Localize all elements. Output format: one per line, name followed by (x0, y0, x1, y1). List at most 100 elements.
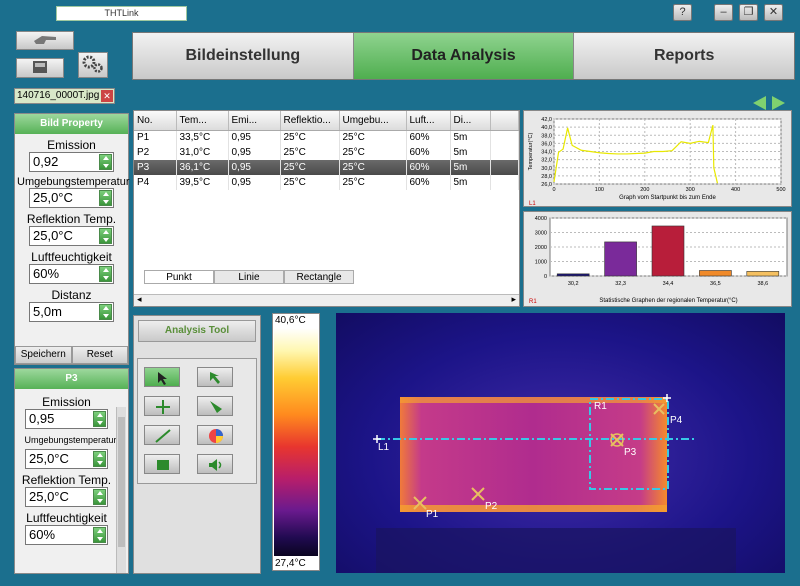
file-tab[interactable]: 140716_0000T.jpg ✕ (14, 88, 115, 104)
table-row[interactable]: P1 33,5°C 0,95 25°C 25°C 60% 5m (134, 130, 519, 145)
label-p3: P3 (624, 447, 637, 458)
table-cell: 25°C (280, 130, 340, 145)
table-cell: P2 (134, 145, 177, 160)
column-header[interactable]: Di... (450, 111, 491, 131)
x-tick-label: 0 (552, 187, 555, 193)
emission-value: 0,92 (33, 154, 59, 169)
column-header[interactable]: Luft... (406, 111, 451, 131)
label-r1: R1 (594, 401, 607, 412)
open-hand-icon[interactable] (16, 31, 74, 50)
scale-gradient (274, 328, 318, 556)
table-cell (490, 145, 519, 160)
color-scale: 40,6°C 27,4°C (272, 313, 320, 571)
tool-rectangle-icon[interactable] (144, 454, 180, 474)
tool-point-cursor-icon[interactable] (144, 367, 180, 387)
bar (746, 271, 780, 277)
p3-scroll-thumb[interactable] (118, 417, 125, 547)
x-tick-label: 100 (595, 187, 604, 193)
reset-button[interactable]: Reset (71, 346, 128, 364)
table-cell: P1 (134, 130, 177, 145)
distanz-input[interactable]: 5,0m (29, 302, 114, 322)
save-button[interactable]: Speichern (15, 346, 72, 364)
minimize-icon[interactable]: – (714, 4, 733, 21)
subtab-punkt[interactable]: Punkt (144, 270, 214, 284)
umgebung-value: 25,0°C (33, 190, 73, 205)
scroll-right-icon[interactable]: ▸ (511, 294, 516, 305)
data-table: No. Tem... Emi... Reflektio... Umgebu... Luft… (134, 111, 519, 190)
settings-gear-icon[interactable] (78, 52, 108, 78)
luft-value: 60% (33, 266, 60, 281)
emission-spinner[interactable] (99, 154, 112, 170)
p3-emission-label: Emission (42, 395, 91, 409)
bar (699, 270, 732, 277)
next-arrow-icon[interactable] (772, 96, 785, 110)
close-icon[interactable]: ✕ (764, 4, 783, 21)
luft-spinner[interactable] (99, 266, 112, 282)
p3-scrollbar[interactable] (116, 407, 126, 573)
tool-speaker-icon[interactable] (197, 454, 233, 474)
tab-bildeinstellung[interactable]: Bildeinstellung (133, 33, 354, 79)
subtab-linie[interactable]: Linie (214, 270, 284, 284)
restore-icon[interactable]: ❐ (739, 4, 758, 21)
y-tick-label: 40,0 (541, 125, 552, 131)
thermal-image[interactable]: L1 R1 P1 P2 P3 P4 (336, 313, 785, 573)
help-icon[interactable]: ? (673, 4, 692, 21)
p3-emission-spinner[interactable] (93, 411, 106, 427)
tool-line-icon[interactable] (144, 425, 180, 445)
umgebung-spinner[interactable] (99, 190, 112, 206)
p3-reflektion-spinner[interactable] (93, 489, 106, 505)
column-header[interactable]: Tem... (176, 111, 229, 131)
y-tick-label: 1000 (535, 260, 547, 266)
umgebung-input[interactable]: 25,0°C (29, 188, 114, 208)
tab-reports[interactable]: Reports (574, 33, 795, 79)
table-hscrollbar[interactable]: ◂ ▸ (134, 294, 519, 306)
property-buttons: Speichern Reset (15, 346, 128, 364)
table-cell: 60% (406, 175, 451, 190)
tab-data-analysis[interactable]: Data Analysis (353, 33, 575, 79)
bar-chart-marker: R1 (529, 299, 537, 305)
table-cell: 0,95 (228, 175, 281, 190)
p3-title: P3 (15, 369, 128, 389)
p3-luft-label: Luftfeuchtigkeit (26, 511, 107, 525)
y-tick-label: 32,0 (541, 158, 552, 164)
x-tick-label: 200 (640, 187, 649, 193)
p3-umgebung-spinner[interactable] (93, 451, 106, 467)
column-header[interactable]: No. (134, 111, 177, 131)
table-row[interactable]: P4 39,5°C 0,95 25°C 25°C 60% 5m (134, 175, 519, 190)
x-tick-label: 400 (731, 187, 740, 193)
column-header[interactable]: Reflektio... (280, 111, 340, 131)
table-cell: 25°C (280, 160, 340, 175)
p3-luft-spinner[interactable] (93, 527, 106, 543)
label-p4: P4 (670, 415, 683, 426)
scroll-left-icon[interactable]: ◂ (137, 294, 142, 305)
table-row[interactable]: P3 36,1°C 0,95 25°C 25°C 60% 5m (134, 160, 519, 175)
column-header[interactable]: Umgebu... (339, 111, 407, 131)
emission-input[interactable]: 0,92 (29, 152, 114, 172)
table-cell: 60% (406, 145, 451, 160)
p3-umgebung-input[interactable]: 25,0°C (25, 449, 108, 469)
tool-select-arrow-icon[interactable] (197, 367, 233, 387)
column-header[interactable]: Emi... (228, 111, 281, 131)
subtab-rectangle[interactable]: Rectangle (284, 270, 354, 284)
p3-luft-input[interactable]: 60% (25, 525, 108, 545)
luft-input[interactable]: 60% (29, 264, 114, 284)
table-row[interactable]: P2 31,0°C 0,95 25°C 25°C 60% 5m (134, 145, 519, 160)
reflektion-input[interactable]: 25,0°C (29, 226, 114, 246)
data-table-panel: No. Tem... Emi... Reflektio... Umgebu... Luft… (133, 110, 520, 307)
prev-arrow-icon[interactable] (753, 96, 766, 110)
table-cell: 60% (406, 160, 451, 175)
close-file-icon[interactable]: ✕ (101, 90, 113, 102)
y-tick-label: 2000 (535, 245, 547, 251)
p3-reflektion-input[interactable]: 25,0°C (25, 487, 108, 507)
tool-palette-icon[interactable] (197, 425, 233, 445)
tool-line-arrow-icon[interactable] (197, 396, 233, 416)
bild-property-title: Bild Property (15, 114, 128, 134)
tool-crosshair-icon[interactable] (144, 396, 180, 416)
bar-chart-panel: 4000 3000 2000 1000 0 30,2 32,3 34,4 36,5 38,6 Sta… (523, 211, 792, 307)
distanz-spinner[interactable] (99, 304, 112, 320)
table-cell: 36,1°C (176, 160, 229, 175)
p3-emission-input[interactable]: 0,95 (25, 409, 108, 429)
print-icon[interactable] (16, 58, 64, 78)
x-tick-label: 32,3 (615, 281, 626, 287)
reflektion-spinner[interactable] (99, 228, 112, 244)
